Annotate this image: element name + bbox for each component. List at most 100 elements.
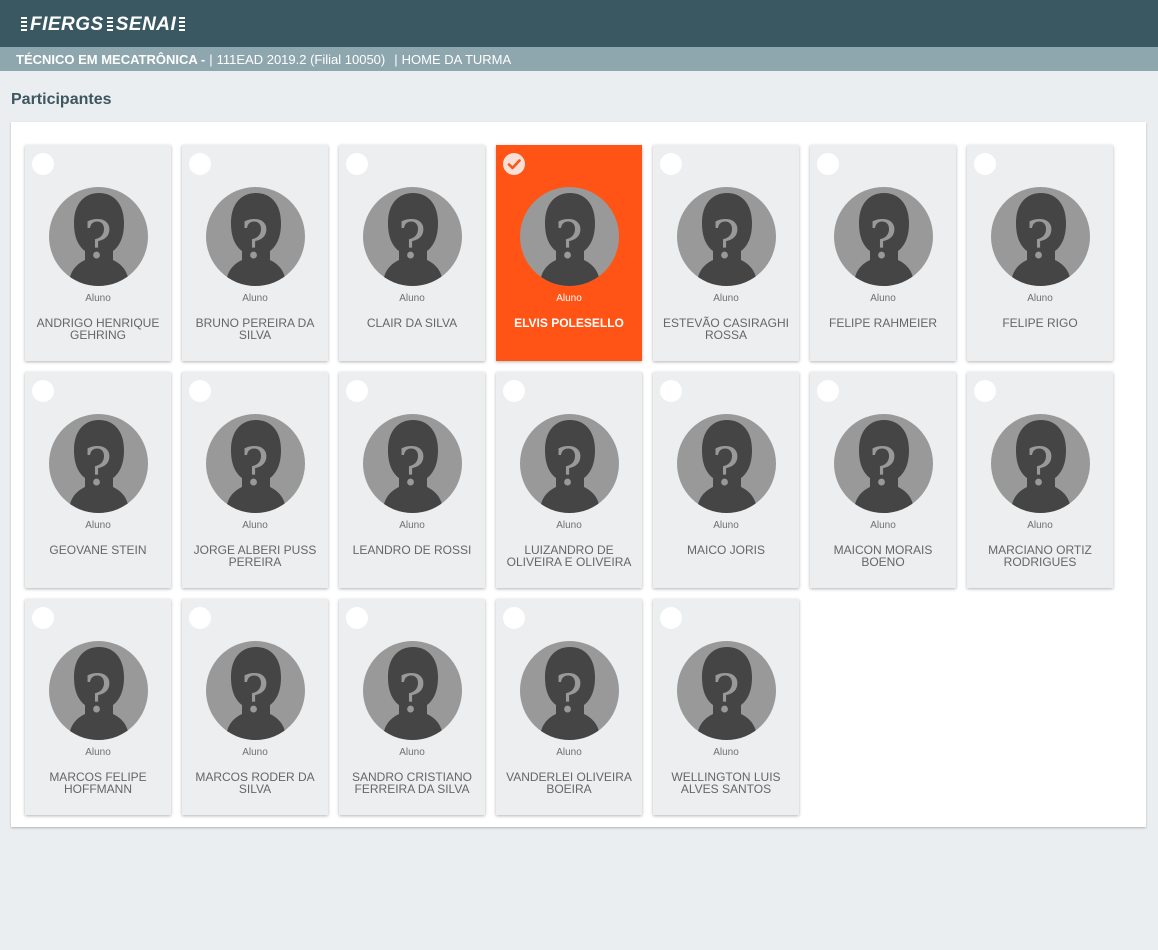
participant-card[interactable]: ? Aluno MAICON MORAIS BOENO	[810, 372, 956, 588]
avatar-placeholder-icon: ?	[49, 641, 148, 740]
participant-card[interactable]: ? Aluno MARCIANO ORTIZ RODRIGUES	[967, 372, 1113, 588]
select-checkbox[interactable]	[974, 380, 996, 402]
participant-name: MARCOS RODER DA SILVA	[195, 770, 315, 796]
participant-role: Aluno	[556, 520, 582, 531]
breadcrumb-separator: |	[394, 51, 398, 67]
avatar-placeholder-icon: ?	[363, 414, 462, 513]
svg-text:?: ?	[398, 665, 426, 725]
select-checkbox[interactable]	[189, 153, 211, 175]
participant-card[interactable]: ? Aluno LEANDRO DE ROSSI	[339, 372, 485, 588]
participant-role: Aluno	[85, 293, 111, 304]
select-checkbox[interactable]	[32, 607, 54, 629]
participant-name: MAICO JORIS	[686, 543, 765, 557]
svg-text:?: ?	[555, 665, 583, 725]
participant-name: FELIPE RIGO	[1002, 316, 1078, 330]
svg-text:?: ?	[1026, 211, 1054, 271]
logo-text-fiergs: FIERGS	[30, 14, 104, 35]
select-checkbox[interactable]	[503, 380, 525, 402]
select-checkbox[interactable]	[817, 380, 839, 402]
select-checkbox[interactable]	[503, 607, 525, 629]
participant-card[interactable]: ? Aluno WELLINGTON LUIS ALVES SANTOS	[653, 599, 799, 815]
select-checkbox[interactable]	[189, 607, 211, 629]
participant-card[interactable]: ? Aluno JORGE ALBERI PUSS PEREIRA	[182, 372, 328, 588]
select-checkbox[interactable]	[189, 380, 211, 402]
logo-text-senai: SENAI	[115, 14, 177, 35]
svg-text:?: ?	[1026, 438, 1054, 498]
participant-role: Aluno	[1027, 293, 1053, 304]
avatar-placeholder-icon: ?	[991, 187, 1090, 286]
participant-name: BRUNO PEREIRA DA SILVA	[195, 316, 315, 342]
participant-card[interactable]: ? Aluno MARCOS FELIPE HOFFMANN	[25, 599, 171, 815]
fiergs-senai-logo[interactable]: FIERGS SENAI	[18, 14, 188, 36]
participant-role: Aluno	[870, 520, 896, 531]
participant-card[interactable]: ? Aluno FELIPE RAHMEIER	[810, 145, 956, 361]
participant-card[interactable]: ? Aluno ESTEVÃO CASIRAGHI ROSSA	[653, 145, 799, 361]
participant-role: Aluno	[242, 747, 268, 758]
svg-text:?: ?	[241, 438, 269, 498]
participant-role: Aluno	[556, 747, 582, 758]
participant-role: Aluno	[1027, 520, 1053, 531]
avatar-placeholder-icon: ?	[677, 414, 776, 513]
participant-name: MAICON MORAIS BOENO	[833, 543, 933, 569]
participant-name: VANDERLEI OLIVEIRA BOEIRA	[506, 770, 632, 796]
select-checkbox[interactable]	[660, 607, 682, 629]
participant-role: Aluno	[556, 293, 582, 304]
svg-text:?: ?	[712, 438, 740, 498]
participants-grid: ? Aluno ANDRIGO HENRIQUE GEHRING? Aluno BRUN…	[25, 145, 1113, 815]
participant-card[interactable]: ? Aluno FELIPE RIGO	[967, 145, 1113, 361]
select-checkbox[interactable]	[32, 153, 54, 175]
avatar-placeholder-icon: ?	[520, 641, 619, 740]
participant-name: ESTEVÃO CASIRAGHI ROSSA	[662, 316, 790, 342]
participant-name: ELVIS POLESELLO	[514, 316, 624, 330]
select-checkbox[interactable]	[660, 380, 682, 402]
svg-text:?: ?	[869, 211, 897, 271]
svg-text:?: ?	[712, 211, 740, 271]
avatar-placeholder-icon: ?	[677, 641, 776, 740]
participant-name: MARCOS FELIPE HOFFMANN	[49, 770, 147, 796]
participant-name: MARCIANO ORTIZ RODRIGUES	[988, 543, 1092, 569]
select-checkbox[interactable]	[346, 380, 368, 402]
participant-role: Aluno	[242, 293, 268, 304]
svg-text:?: ?	[398, 438, 426, 498]
participant-card[interactable]: ? Aluno ANDRIGO HENRIQUE GEHRING	[25, 145, 171, 361]
svg-text:?: ?	[84, 665, 112, 725]
participant-card[interactable]: ? Aluno BRUNO PEREIRA DA SILVA	[182, 145, 328, 361]
avatar-placeholder-icon: ?	[520, 187, 619, 286]
home-da-turma-link[interactable]: HOME DA TURMA	[402, 52, 512, 67]
select-checkbox[interactable]	[660, 153, 682, 175]
select-checkbox[interactable]	[346, 607, 368, 629]
participant-role: Aluno	[85, 520, 111, 531]
avatar-placeholder-icon: ?	[991, 414, 1090, 513]
participant-card[interactable]: ? Aluno ELVIS POLESELLO	[496, 145, 642, 361]
page-title: Participantes	[11, 91, 112, 108]
checked-icon[interactable]	[503, 153, 525, 175]
select-checkbox[interactable]	[346, 153, 368, 175]
participant-card[interactable]: ? Aluno GEOVANE STEIN	[25, 372, 171, 588]
svg-text:?: ?	[241, 211, 269, 271]
participants-panel: ? Aluno ANDRIGO HENRIQUE GEHRING? Aluno BRUN…	[11, 122, 1146, 827]
participant-role: Aluno	[713, 520, 739, 531]
participant-card[interactable]: ? Aluno SANDRO CRISTIANO FERREIRA DA SILVA	[339, 599, 485, 815]
select-checkbox[interactable]	[32, 380, 54, 402]
participant-role: Aluno	[242, 520, 268, 531]
participant-card[interactable]: ? Aluno CLAIR DA SILVA	[339, 145, 485, 361]
participant-card[interactable]: ? Aluno MARCOS RODER DA SILVA	[182, 599, 328, 815]
select-checkbox[interactable]	[974, 153, 996, 175]
avatar-placeholder-icon: ?	[363, 187, 462, 286]
participant-card[interactable]: ? Aluno MAICO JORIS	[653, 372, 799, 588]
svg-text:?: ?	[555, 438, 583, 498]
svg-text:?: ?	[712, 665, 740, 725]
course-name[interactable]: TÉCNICO EM MECATRÔNICA -	[16, 52, 205, 67]
select-checkbox[interactable]	[817, 153, 839, 175]
svg-text:?: ?	[84, 438, 112, 498]
avatar-placeholder-icon: ?	[49, 187, 148, 286]
participant-role: Aluno	[399, 747, 425, 758]
participant-role: Aluno	[713, 747, 739, 758]
participant-name: WELLINGTON LUIS ALVES SANTOS	[671, 770, 781, 796]
avatar-placeholder-icon: ?	[677, 187, 776, 286]
avatar-placeholder-icon: ?	[206, 641, 305, 740]
participant-card[interactable]: ? Aluno VANDERLEI OLIVEIRA BOEIRA	[496, 599, 642, 815]
participant-name: LEANDRO DE ROSSI	[352, 543, 472, 557]
participant-card[interactable]: ? Aluno LUIZANDRO DE OLIVEIRA E OLIVEIRA	[496, 372, 642, 588]
participant-role: Aluno	[870, 293, 896, 304]
